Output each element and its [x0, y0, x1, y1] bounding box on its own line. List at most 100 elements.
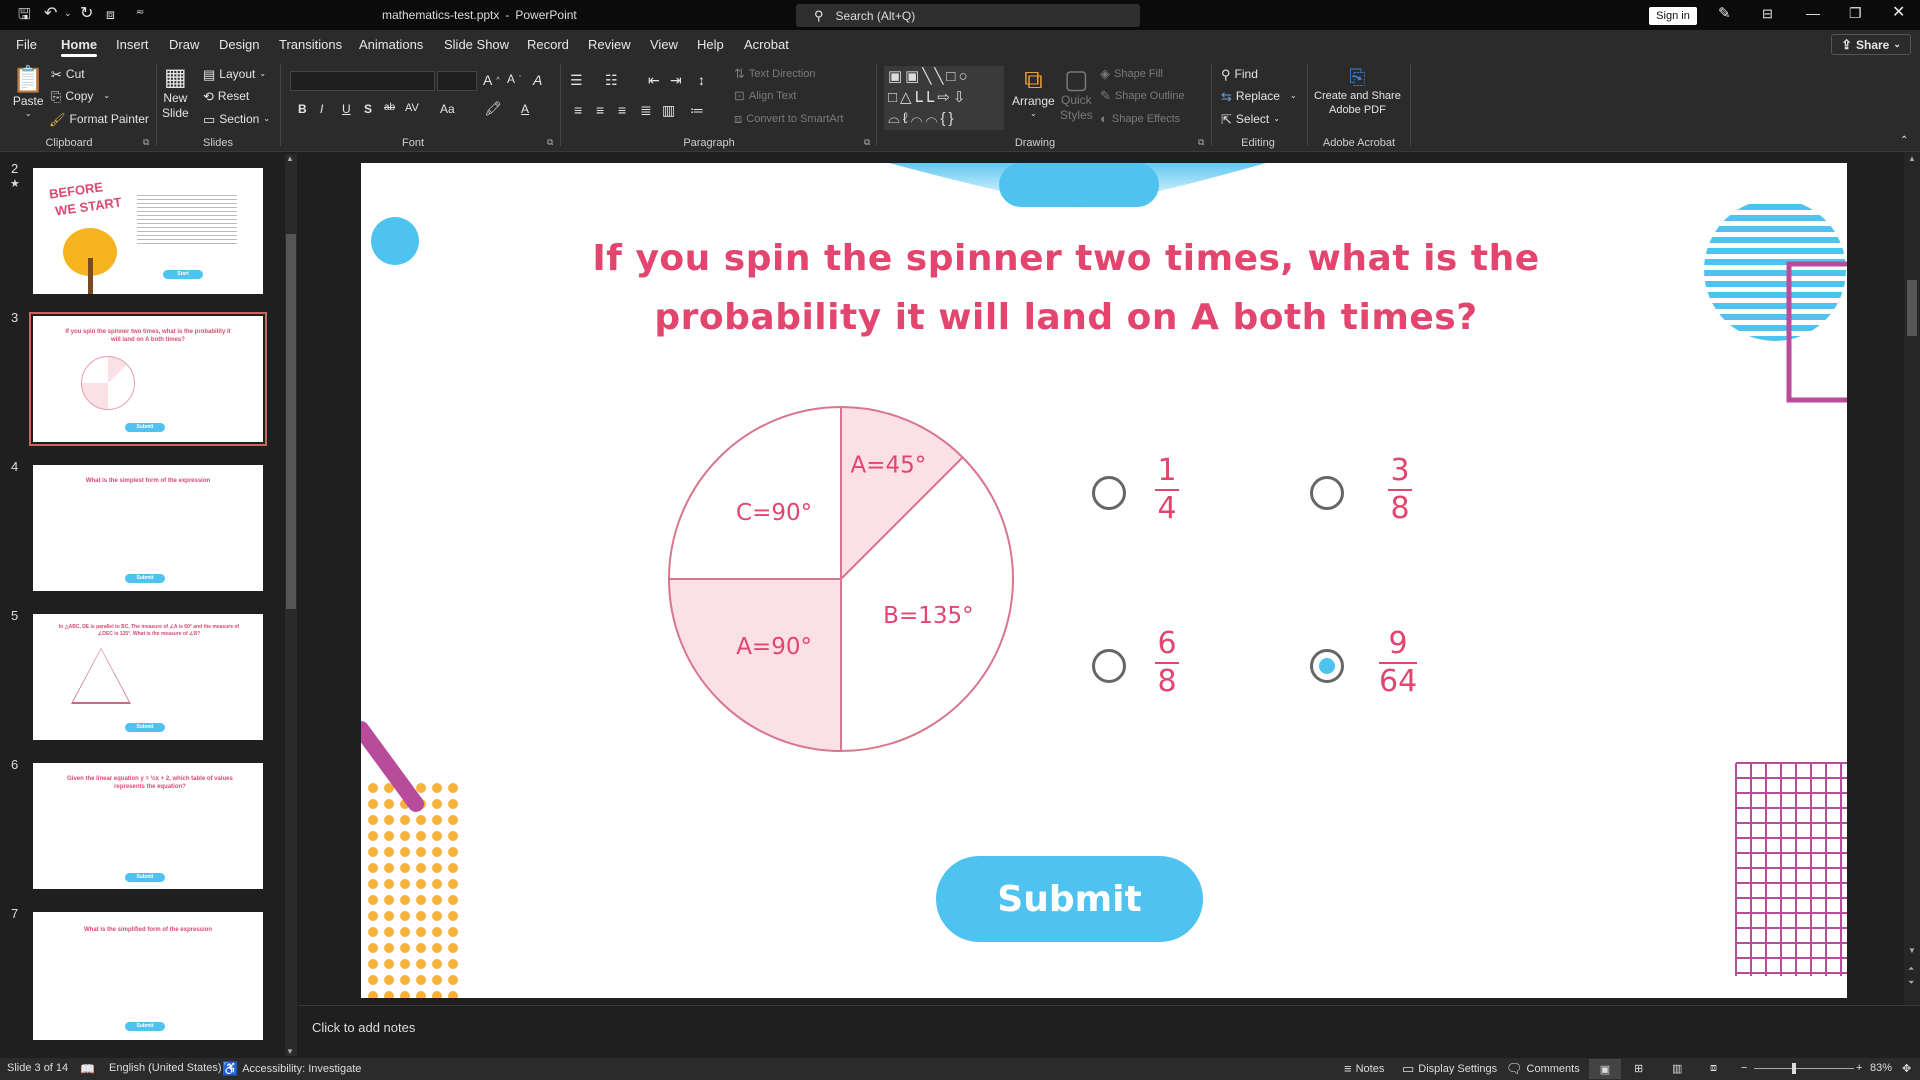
cut-button[interactable]: ✂ Cut [51, 67, 85, 81]
new-slide-button[interactable]: ▦ New Slide [162, 66, 189, 121]
tab-insert[interactable]: Insert [116, 37, 149, 52]
scroll-up-icon[interactable]: ▲ [286, 154, 294, 163]
tab-home[interactable]: Home [61, 37, 98, 57]
option-radio-2[interactable] [1310, 476, 1344, 510]
undo-dropdown-icon[interactable]: ⌄ [64, 9, 72, 18]
highlighter-icon[interactable]: 🖍 [484, 100, 502, 117]
dialog-launcher-icon[interactable]: ⧉ [143, 138, 149, 147]
arrange-button[interactable]: ⧉ Arrange ⌄ [1012, 66, 1055, 118]
option-radio-3[interactable] [1092, 649, 1126, 683]
tab-draw[interactable]: Draw [169, 37, 199, 52]
align-text-button[interactable]: ⊡ Align Text [734, 89, 796, 102]
collapse-ribbon-icon[interactable]: ⌃ [1900, 136, 1908, 146]
shape-outline-button[interactable]: ✎ Shape Outline [1100, 89, 1185, 102]
option-radio-4-selected[interactable] [1310, 649, 1344, 683]
undo-icon[interactable]: ↶ [44, 6, 57, 22]
zoom-slider-thumb[interactable] [1792, 1063, 1796, 1074]
section-button[interactable]: ▭ Section ⌄ [203, 112, 270, 126]
zoom-level[interactable]: 83% [1870, 1062, 1892, 1074]
option-radio-1[interactable] [1092, 476, 1126, 510]
align-left-icon[interactable]: ≡ [574, 102, 582, 118]
customize-toolbar-icon[interactable]: ≂ [136, 8, 144, 18]
increase-font-size-icon[interactable]: A ^ [483, 72, 500, 88]
redo-icon[interactable]: ↻ [80, 6, 93, 22]
tab-slide-show[interactable]: Slide Show [444, 37, 509, 52]
zoom-in-icon[interactable]: + [1856, 1062, 1862, 1074]
decrease-indent-icon[interactable]: ⇤ [648, 72, 660, 89]
notes-placeholder[interactable]: Click to add notes [312, 1020, 415, 1035]
tab-file[interactable]: File [16, 37, 37, 52]
tab-record[interactable]: Record [527, 37, 569, 52]
shape-effects-button[interactable]: ◐ Shape Effects [1100, 112, 1180, 125]
paragraph-more-icon[interactable]: ≔ [690, 102, 704, 119]
submit-button[interactable]: Submit [936, 856, 1203, 942]
tab-view[interactable]: View [650, 37, 678, 52]
thumbnail-scrollbar[interactable]: ▲ ▼ [285, 154, 297, 1056]
scroll-up-icon[interactable]: ▲ [1908, 154, 1916, 163]
zoom-out-icon[interactable]: − [1741, 1062, 1747, 1074]
tab-design[interactable]: Design [219, 37, 259, 52]
option-fraction-3[interactable]: 68 [1155, 627, 1179, 699]
columns-icon[interactable]: ▥ [662, 102, 675, 119]
dialog-launcher-icon[interactable]: ⧉ [1198, 138, 1204, 147]
convert-smartart-button[interactable]: ⧈ Convert to SmartArt [734, 112, 843, 125]
display-settings-button[interactable]: ▭ Display Settings [1402, 1062, 1497, 1075]
format-painter-button[interactable]: 🖌 Format Painter [49, 112, 149, 126]
replace-button[interactable]: ⇆ Replace ⌄ [1221, 89, 1297, 103]
dialog-launcher-icon[interactable]: ⧉ [864, 138, 870, 147]
tab-transitions[interactable]: Transitions [279, 37, 342, 52]
numbering-icon[interactable]: ☷ [605, 72, 618, 89]
quick-styles-button[interactable]: ▢ Quick Styles [1060, 66, 1093, 122]
font-name-dropdown[interactable] [290, 71, 435, 91]
reset-button[interactable]: ⟲ Reset [203, 89, 249, 103]
dialog-launcher-icon[interactable]: ⧉ [547, 138, 553, 147]
normal-view-icon[interactable]: ▣ [1589, 1059, 1621, 1079]
accessibility-button[interactable]: ♿ Accessibility: Investigate [222, 1062, 361, 1075]
align-center-icon[interactable]: ≡ [596, 102, 604, 118]
create-adobe-pdf-button[interactable]: ⎘ Create and Share Adobe PDF [1314, 68, 1401, 116]
share-button[interactable]: ⇪ Share ⌄ [1831, 34, 1911, 55]
strikethrough-icon[interactable]: ab [384, 102, 395, 113]
thumbnail-slide-5[interactable]: In △ABC, DE is parallel to BC. The measu… [33, 614, 263, 740]
ribbon-display-options-icon[interactable]: ⊟ [1762, 7, 1773, 20]
slideshow-icon[interactable]: ⧈ [1710, 1062, 1717, 1075]
option-fraction-1[interactable]: 14 [1155, 454, 1179, 526]
shapes-gallery[interactable]: ▣▣╲╲□○ □△ᒪᒪ⇨⇩ ⌓ℓ⌒⌒{} [884, 66, 1004, 130]
change-case-icon[interactable]: Aa [440, 102, 455, 116]
scroll-down-icon[interactable]: ▼ [1908, 946, 1916, 955]
reading-view-icon[interactable]: ▥ [1672, 1062, 1682, 1075]
thumbnail-slide-6[interactable]: Given the linear equation y = ½x + 2, wh… [33, 763, 263, 889]
italic-icon[interactable]: I [320, 102, 323, 116]
scrollbar-thumb[interactable] [286, 234, 296, 609]
pen-icon[interactable]: ✎ [1718, 6, 1731, 21]
next-slide-icon[interactable]: ⏷ [1908, 978, 1914, 988]
option-fraction-4[interactable]: 9 64 [1379, 627, 1418, 699]
font-color-icon[interactable]: A [521, 102, 529, 116]
slide-canvas[interactable]: A=45° B=135° A=90° C=90° If you spin the sp… [361, 163, 1847, 998]
bullets-icon[interactable]: ☰ [570, 72, 583, 89]
tab-animations[interactable]: Animations [359, 37, 423, 52]
select-button[interactable]: ⇱ Select ⌄ [1221, 112, 1280, 126]
sign-in-button[interactable]: Sign in [1649, 7, 1697, 25]
text-direction-button[interactable]: ⇅ Text Direction [734, 67, 816, 80]
fit-to-window-icon[interactable]: ✥ [1902, 1062, 1911, 1075]
search-box[interactable]: ⚲ Search (Alt+Q) [796, 4, 1140, 27]
option-fraction-2[interactable]: 38 [1388, 454, 1412, 526]
thumbnail-slide-7[interactable]: What is the simplified form of the expre… [33, 912, 263, 1040]
zoom-slider[interactable] [1754, 1063, 1854, 1074]
comments-button[interactable]: 🗨 Comments [1506, 1062, 1580, 1075]
thumbnail-slide-3[interactable]: If you spin the spinner two times, what … [29, 312, 267, 446]
align-right-icon[interactable]: ≡ [618, 102, 626, 118]
notes-button[interactable]: ≡ Notes [1344, 1062, 1384, 1075]
find-button[interactable]: ⚲ Find [1221, 67, 1258, 81]
spelling-check-icon[interactable]: 📖 [80, 1062, 95, 1076]
layout-button[interactable]: ▤ Layout ⌄ [203, 67, 266, 81]
language-indicator[interactable]: English (United States) [109, 1062, 222, 1074]
line-spacing-icon[interactable]: ↕ [698, 72, 705, 88]
increase-indent-icon[interactable]: ⇥ [670, 72, 682, 89]
scroll-down-icon[interactable]: ▼ [286, 1047, 294, 1056]
start-slideshow-icon[interactable]: ⧈ [106, 7, 115, 21]
bold-icon[interactable]: B [298, 102, 307, 116]
paste-button[interactable]: 📋 Paste ⌄ [12, 66, 44, 118]
close-icon[interactable]: ✕ [1892, 5, 1905, 21]
